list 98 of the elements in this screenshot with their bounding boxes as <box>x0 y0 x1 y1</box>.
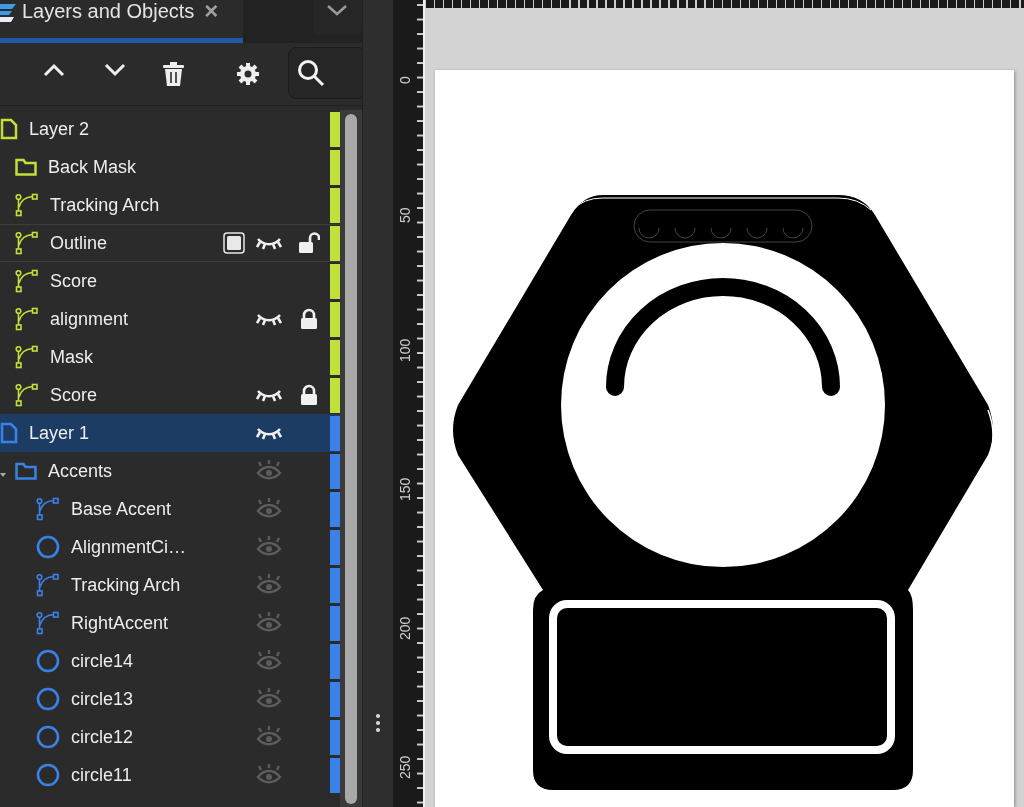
layer-color-stripe <box>330 225 340 261</box>
search-icon <box>297 59 325 87</box>
layer-row[interactable]: Back Mask <box>0 148 340 186</box>
closed-eye-icon[interactable] <box>256 388 282 402</box>
layer-row[interactable]: Outline <box>0 224 340 262</box>
circle-icon <box>36 535 60 559</box>
bezier-path-icon <box>15 269 39 293</box>
settings-gear-icon[interactable] <box>236 62 260 86</box>
checkbox-icon[interactable] <box>223 232 245 254</box>
layer-row[interactable]: circle13 <box>0 680 340 718</box>
layer-row[interactable]: RightAccent <box>0 604 340 642</box>
folder-icon <box>15 462 37 480</box>
layer-row[interactable]: circle14 <box>0 642 340 680</box>
layer-color-stripe <box>330 757 340 793</box>
layer-color-stripe <box>330 643 340 679</box>
layer-row[interactable]: Layer 2 <box>0 110 340 148</box>
closed-eye-icon[interactable] <box>256 236 282 250</box>
layer-name: RightAccent <box>71 612 169 634</box>
layer-row[interactable]: Tracking Arch <box>0 186 340 224</box>
layer-color-stripe <box>330 605 340 641</box>
layer-name: Score <box>50 384 98 406</box>
panel-tab[interactable]: Layers and Objects × <box>0 0 243 43</box>
ruler-label: 0 <box>397 76 413 84</box>
layer-row[interactable]: Score <box>0 262 340 300</box>
layer-name: Outline <box>50 232 108 254</box>
layer-row[interactable]: Tracking Arch <box>0 566 340 604</box>
circle-icon <box>36 763 60 787</box>
layer-color-stripe <box>330 301 340 337</box>
scrollbar-thumb[interactable] <box>345 114 357 804</box>
layer-row[interactable]: AlignmentCi… <box>0 528 340 566</box>
ruler-label: 200 <box>397 616 413 640</box>
layer-color-stripe <box>330 719 340 755</box>
layer-row[interactable]: Accents <box>0 452 340 490</box>
layer-name: Accents <box>48 460 113 482</box>
panel-title: Layers and Objects <box>22 0 195 22</box>
layer-color-stripe <box>330 529 340 565</box>
page-icon <box>0 422 18 444</box>
layer-row[interactable]: alignment <box>0 300 340 338</box>
bezier-path-icon <box>15 231 39 255</box>
layer-row[interactable]: circle12 <box>0 718 340 756</box>
bezier-path-icon <box>36 497 60 521</box>
close-tab-button[interactable]: × <box>204 0 219 22</box>
layer-color-stripe <box>330 187 340 223</box>
layer-name: circle11 <box>71 764 132 786</box>
layer-color-stripe <box>330 491 340 527</box>
layer-name: alignment <box>50 308 129 330</box>
circle-icon <box>36 687 60 711</box>
bezier-path-icon <box>15 193 39 217</box>
circle-icon <box>36 649 60 673</box>
search-button[interactable] <box>288 47 362 99</box>
layer-color-stripe <box>330 263 340 299</box>
layer-row[interactable]: Mask <box>0 338 340 376</box>
delete-trash-icon[interactable] <box>163 62 184 86</box>
layer-color-stripe <box>330 681 340 717</box>
layer-name: Back Mask <box>48 156 137 178</box>
layer-row[interactable]: Base Accent <box>0 490 340 528</box>
layer-color-stripe <box>330 339 340 375</box>
layer-row[interactable]: Layer 1 <box>0 414 340 452</box>
circle-icon <box>36 725 60 749</box>
layer-name: Score <box>50 270 98 292</box>
layer-color-stripe <box>330 377 340 413</box>
locked-padlock-icon[interactable] <box>300 384 318 406</box>
move-up-icon[interactable] <box>42 62 66 78</box>
layer-name: circle14 <box>71 650 134 672</box>
caret-icon[interactable] <box>0 471 6 478</box>
layer-name: Tracking Arch <box>71 574 181 596</box>
layer-color-stripe <box>330 149 340 185</box>
bezier-path-icon <box>36 573 60 597</box>
move-down-icon[interactable] <box>103 62 127 78</box>
layer-color-stripe <box>330 567 340 603</box>
layer-name: Mask <box>50 346 93 368</box>
folder-icon <box>15 158 37 176</box>
layer-color-stripe <box>330 453 340 489</box>
bezier-path-icon <box>15 345 39 369</box>
ruler-label: 150 <box>397 477 413 501</box>
layer-row[interactable]: circle11 <box>0 756 340 794</box>
layer-name: AlignmentCi… <box>71 536 187 558</box>
layers-logo-icon <box>0 2 16 24</box>
bezier-path-icon <box>36 611 60 635</box>
layer-name: Tracking Arch <box>50 194 160 216</box>
closed-eye-icon[interactable] <box>256 426 282 440</box>
unlocked-padlock-icon[interactable] <box>298 232 320 254</box>
layer-name: Base Accent <box>71 498 172 520</box>
ruler-label: 100 <box>397 338 413 362</box>
closed-eye-icon[interactable] <box>256 312 282 326</box>
splitter-grip-icon[interactable] <box>376 714 380 732</box>
layer-name: circle12 <box>71 726 134 748</box>
locked-padlock-icon[interactable] <box>300 308 318 330</box>
layer-name: Layer 2 <box>29 118 90 140</box>
layer-name: circle13 <box>71 688 134 710</box>
chevron-down-icon <box>326 4 349 16</box>
layer-row[interactable]: Score <box>0 376 340 414</box>
ruler-label: 50 <box>397 207 413 223</box>
bezier-path-icon <box>15 383 39 407</box>
bezier-path-icon <box>15 307 39 331</box>
layer-name: Layer 1 <box>29 422 90 444</box>
page-icon <box>0 118 18 140</box>
ruler-label: 250 <box>397 755 413 779</box>
